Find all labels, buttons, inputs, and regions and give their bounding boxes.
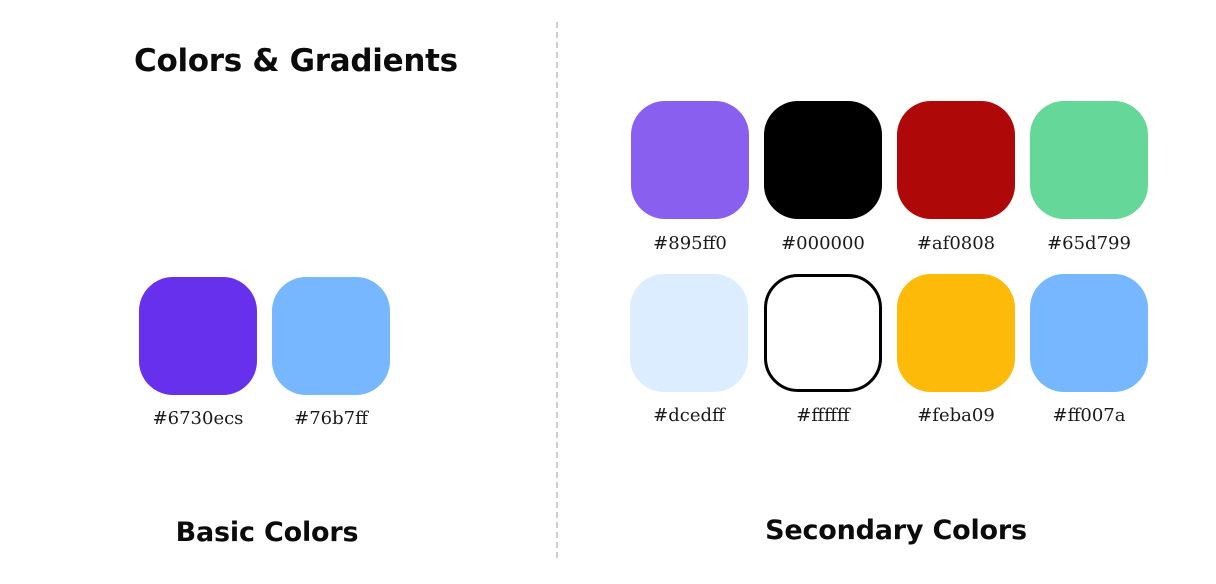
basic-swatch-2-label: #76b7ff (294, 408, 368, 429)
secondary-swatch-6-label: #ffffff (796, 405, 850, 426)
basic-swatch-1-label: #6730ecs (152, 408, 244, 429)
secondary-swatch-2 (764, 101, 882, 219)
secondary-swatch-1-label: #895ff0 (653, 233, 727, 254)
secondary-swatch-5-label: #dcedff (653, 405, 725, 426)
secondary-swatch-4 (1030, 101, 1148, 219)
basic-swatch-2 (272, 277, 390, 395)
secondary-swatch-8 (1030, 274, 1148, 392)
secondary-swatch-7 (897, 274, 1015, 392)
secondary-swatch-3-label: #af0808 (916, 233, 996, 254)
basic-colors-heading: Basic Colors (175, 517, 359, 548)
secondary-swatch-5 (630, 274, 748, 392)
secondary-swatch-3 (897, 101, 1015, 219)
section-divider (556, 22, 558, 558)
secondary-swatch-6 (764, 274, 882, 392)
secondary-colors-heading: Secondary Colors (765, 515, 1027, 546)
secondary-swatch-4-label: #65d799 (1047, 233, 1131, 254)
secondary-swatch-1 (631, 101, 749, 219)
basic-swatch-1 (139, 277, 257, 395)
secondary-swatch-7-label: #feba09 (917, 405, 995, 426)
secondary-swatch-2-label: #000000 (781, 233, 865, 254)
secondary-swatch-8-label: #ff007a (1052, 405, 1126, 426)
page-title: Colors & Gradients (134, 43, 458, 79)
